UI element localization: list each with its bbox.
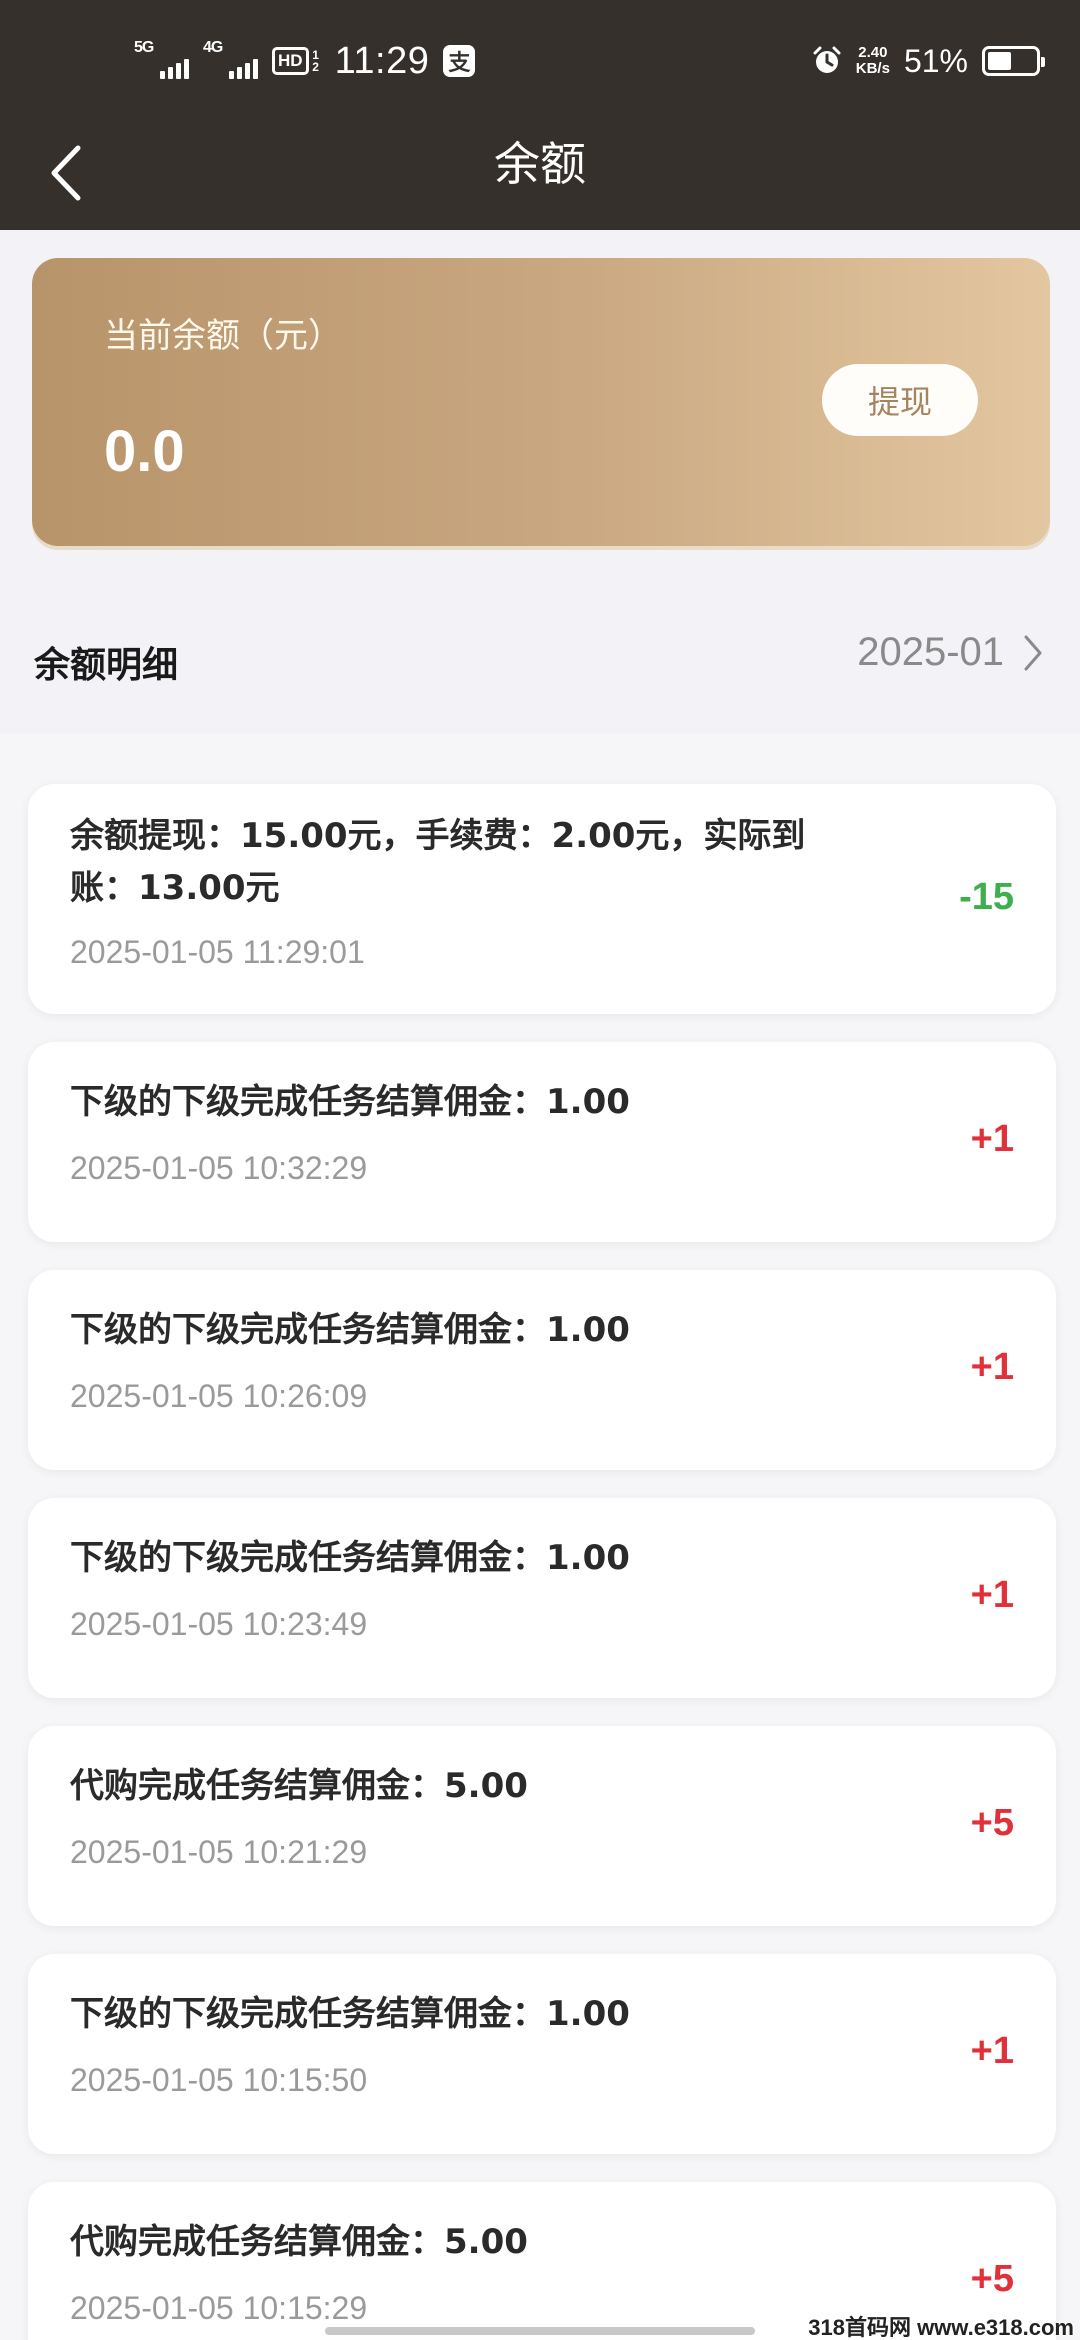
top-bar: 5G 4G HD 1 2 11:29 支 2.40 KB/s 51% 余额 [0,0,1080,230]
record-item[interactable]: 余额提现：15.00元，手续费：2.00元，实际到账：13.00元 2025-01… [28,784,1056,1014]
network-speed: 2.40 KB/s [856,45,890,77]
record-description: 余额提现：15.00元，手续费：2.00元，实际到账：13.00元 [70,816,806,908]
record-amount: +1 [970,1574,1014,1616]
balance-card: 当前余额（元） 0.0 提现 [32,258,1050,546]
month-value: 2025-01 [857,630,1004,674]
status-right: 2.40 KB/s 51% [812,36,1045,86]
signal-4g-icon: 4G [203,39,258,79]
record-amount: +1 [970,1118,1014,1160]
status-left: 5G 4G HD 1 2 11:29 支 [134,36,476,86]
chevron-right-icon [1024,635,1042,670]
record-item[interactable]: 下级的下级完成任务结算佣金：1.00 2025-01-05 10:15:50 +1 [28,1954,1056,2154]
watermark: 318首码网 www.e318.com [808,2315,1074,2340]
record-description: 下级的下级完成任务结算佣金：1.00 [70,1310,630,1350]
hd-voice-icon: HD 1 2 [272,47,321,75]
record-item[interactable]: 下级的下级完成任务结算佣金：1.00 2025-01-05 10:32:29 +1 [28,1042,1056,1242]
record-amount: +1 [970,1346,1014,1388]
status-time: 11:29 [334,39,430,82]
hd-label: HD [272,47,309,75]
record-description: 代购完成任务结算佣金：5.00 [70,1766,528,1806]
nav-bar: 余额 [0,120,1080,230]
record-amount: -15 [959,876,1014,918]
balance-details-header: 余额明细 2025-01 [0,600,1080,734]
record-time: 2025-01-05 10:15:50 [70,2062,368,2098]
battery-fill [988,52,1011,70]
home-indicator[interactable] [325,2327,755,2335]
record-item[interactable]: 代购完成任务结算佣金：5.00 2025-01-05 10:21:29 +5 [28,1726,1056,1926]
balance-label: 当前余额（元） [104,316,342,356]
record-item[interactable]: 下级的下级完成任务结算佣金：1.00 2025-01-05 10:26:09 +1 [28,1270,1056,1470]
alipay-icon: 支 [443,45,476,77]
record-amount: +5 [970,1802,1014,1844]
record-amount: +5 [970,2258,1014,2300]
battery-percent: 51% [903,42,968,79]
section-title: 余额明细 [34,645,179,686]
page-title: 余额 [494,137,586,191]
record-list: 余额提现：15.00元，手续费：2.00元，实际到账：13.00元 2025-01… [28,784,1056,2340]
record-description: 代购完成任务结算佣金：5.00 [70,2222,528,2262]
record-description: 下级的下级完成任务结算佣金：1.00 [70,1994,630,2034]
record-amount: +1 [970,2030,1014,2072]
month-picker[interactable]: 2025-01 [857,630,1044,675]
record-time: 2025-01-05 10:23:49 [70,1606,368,1642]
network-type-4g: 4G [203,39,223,56]
withdraw-button[interactable]: 提现 [822,364,978,436]
hd-sub-label: 1 2 [312,48,319,74]
signal-5g-icon: 5G [134,39,189,79]
alarm-icon [812,46,842,76]
record-time: 2025-01-05 10:15:29 [70,2290,368,2326]
record-item[interactable]: 下级的下级完成任务结算佣金：1.00 2025-01-05 10:23:49 +1 [28,1498,1056,1698]
network-type-5g: 5G [134,39,154,56]
network-speed-unit: KB/s [855,60,890,77]
battery-icon [982,46,1045,76]
record-description: 下级的下级完成任务结算佣金：1.00 [70,1082,630,1122]
status-bar: 5G 4G HD 1 2 11:29 支 2.40 KB/s 51% [0,0,1080,120]
balance-amount: 0.0 [104,419,185,484]
record-time: 2025-01-05 10:21:29 [70,1834,368,1870]
record-time: 2025-01-05 10:26:09 [70,1378,368,1414]
record-time: 2025-01-05 11:29:01 [70,934,365,970]
record-description: 下级的下级完成任务结算佣金：1.00 [70,1538,630,1578]
network-speed-value: 2.40 [858,44,888,61]
record-time: 2025-01-05 10:32:29 [70,1150,368,1186]
